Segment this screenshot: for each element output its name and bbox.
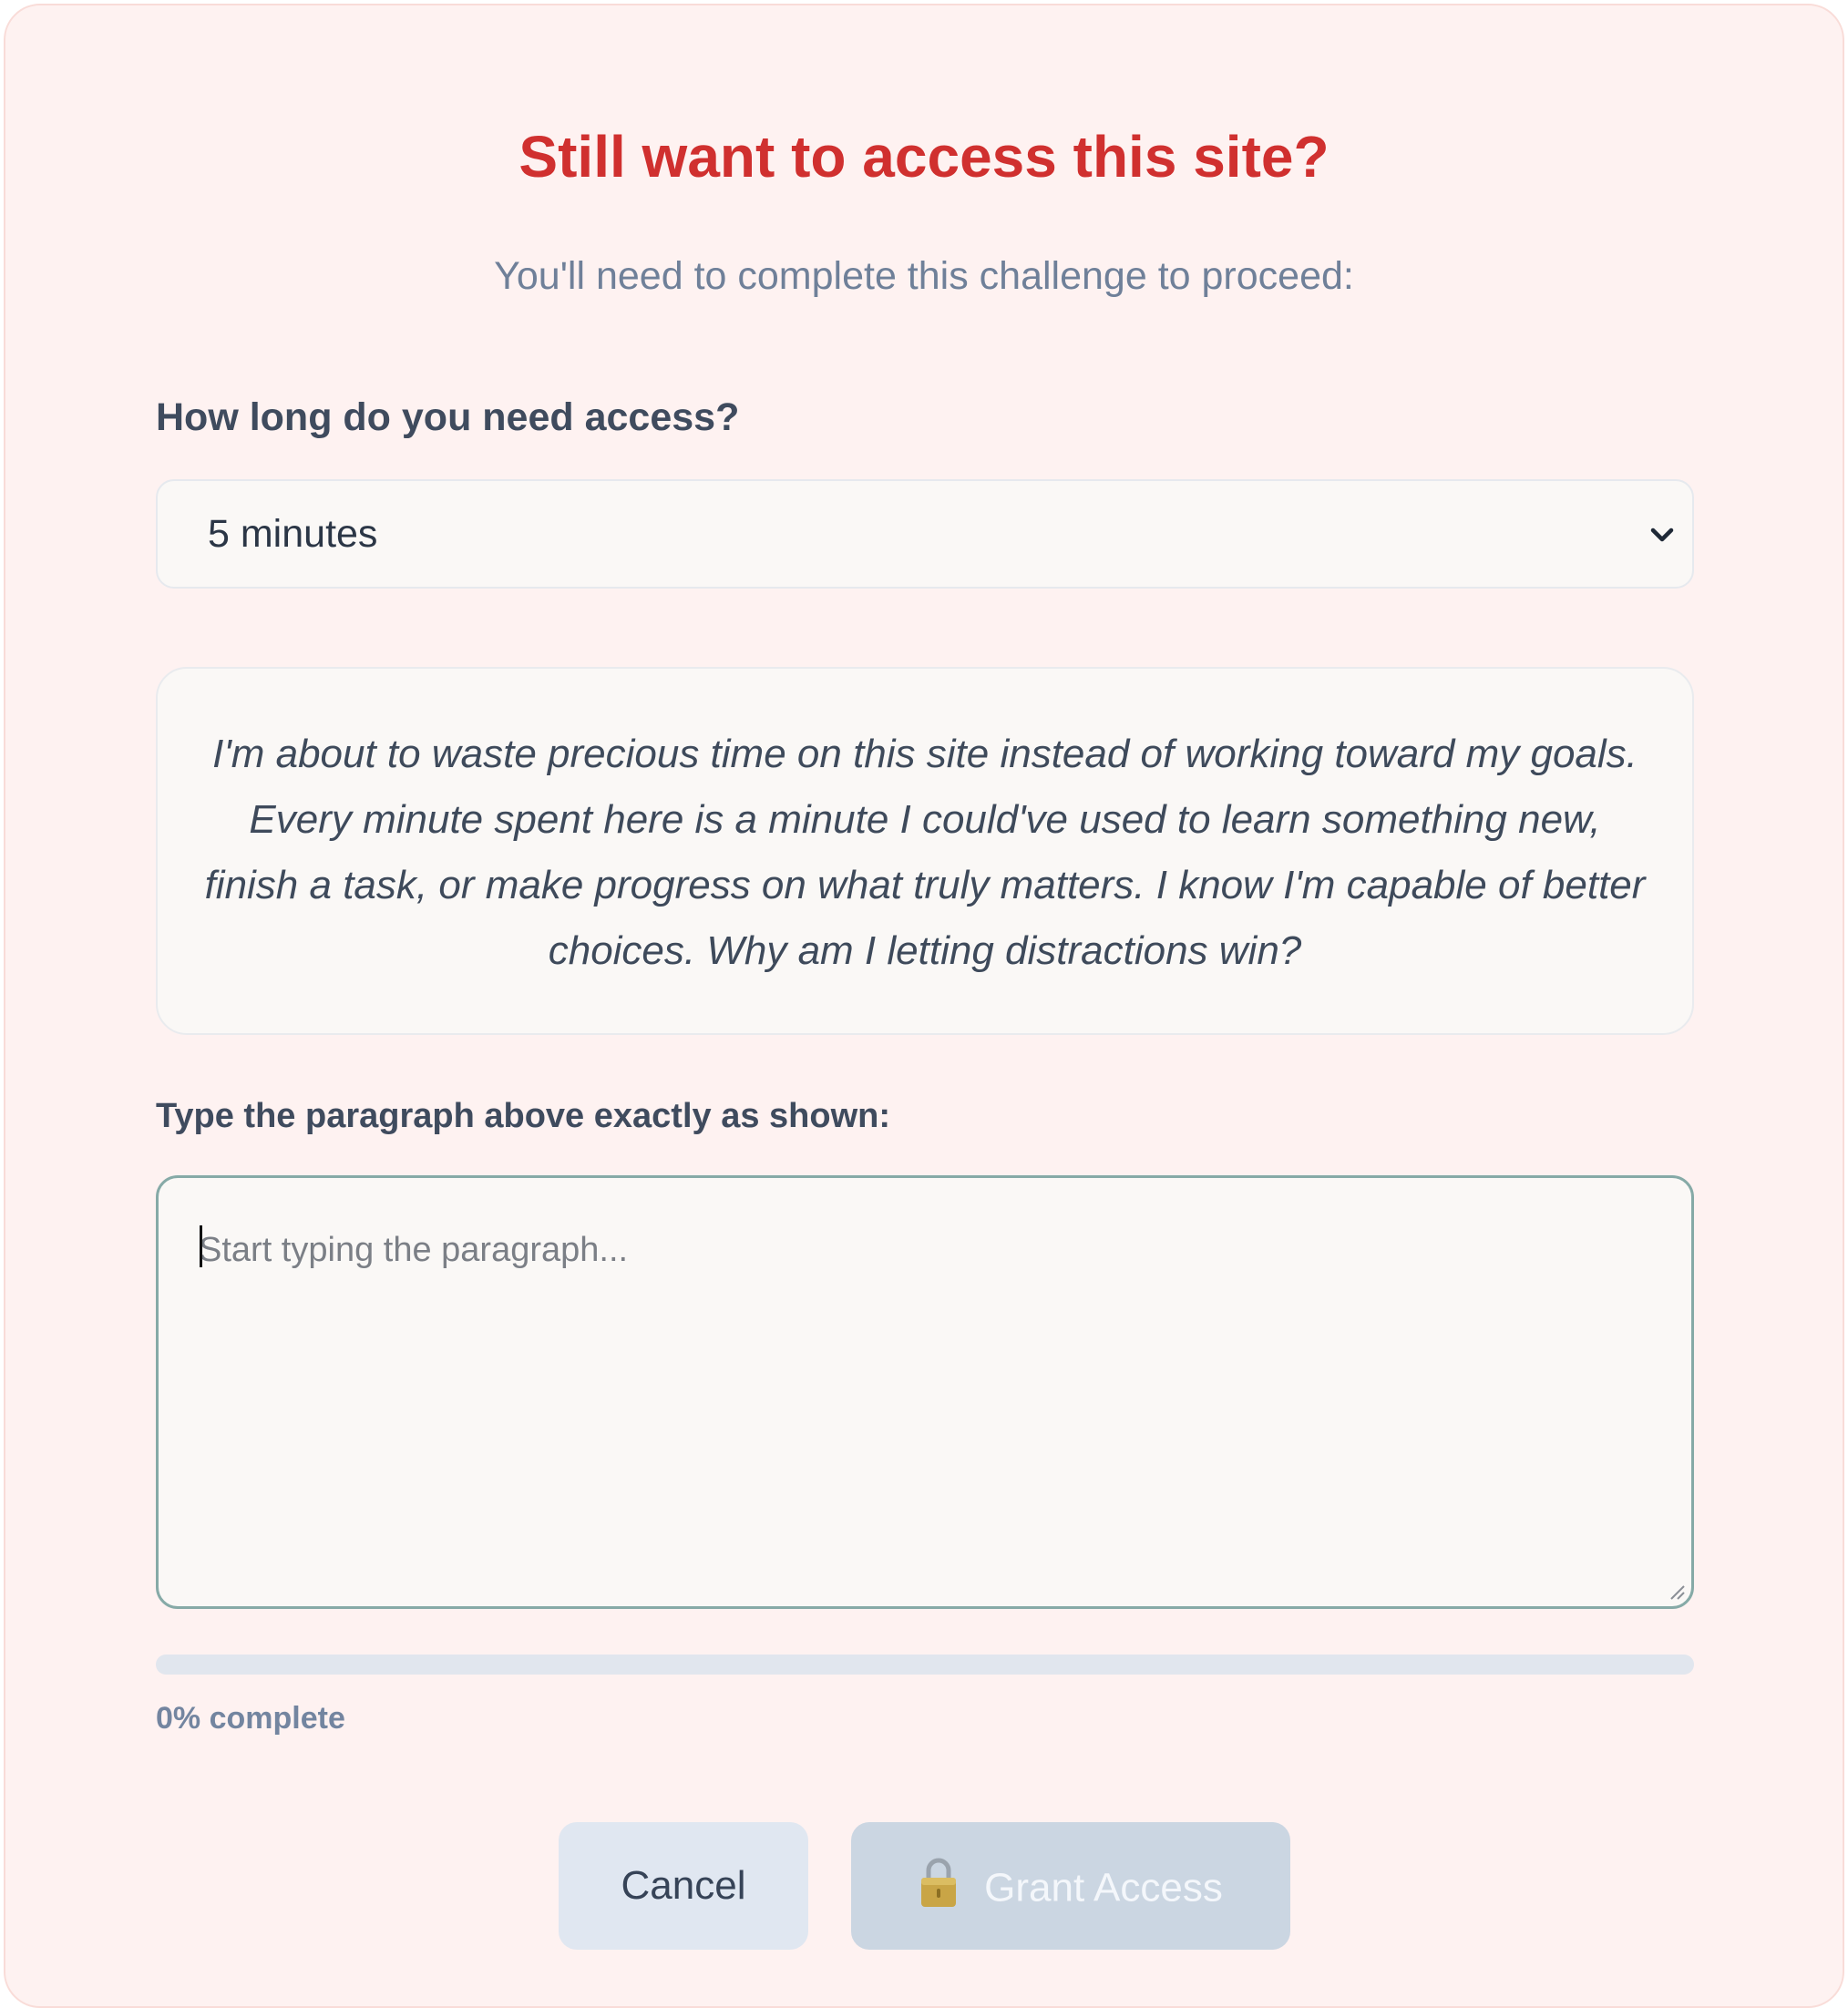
dialog-title: Still want to access this site? (518, 124, 1330, 190)
paragraph-typing-input[interactable]: Start typing the paragraph... (156, 1175, 1694, 1609)
resize-grip-icon[interactable] (1666, 1581, 1686, 1601)
grant-access-button[interactable]: Grant Access (851, 1822, 1290, 1950)
cancel-button[interactable]: Cancel (559, 1822, 808, 1950)
lock-icon (921, 1858, 957, 1908)
typing-instructions-label: Type the paragraph above exactly as show… (156, 1097, 890, 1135)
typing-input-placeholder: Start typing the paragraph... (199, 1231, 629, 1269)
progress-text: 0% complete (156, 1701, 345, 1736)
cancel-button-label: Cancel (621, 1863, 746, 1908)
challenge-paragraph: I'm about to waste precious time on this… (204, 732, 1646, 973)
typing-progress-bar (156, 1655, 1694, 1675)
text-caret (200, 1225, 202, 1267)
dialog-subtitle: You'll need to complete this challenge t… (494, 254, 1354, 298)
challenge-paragraph-box: I'm about to waste precious time on this… (156, 667, 1694, 1035)
duration-label: How long do you need access? (156, 395, 740, 439)
chevron-down-icon (1650, 528, 1674, 542)
grant-access-label: Grant Access (984, 1865, 1223, 1911)
duration-select[interactable]: 5 minutes (156, 479, 1694, 589)
duration-selected-value: 5 minutes (208, 512, 378, 556)
